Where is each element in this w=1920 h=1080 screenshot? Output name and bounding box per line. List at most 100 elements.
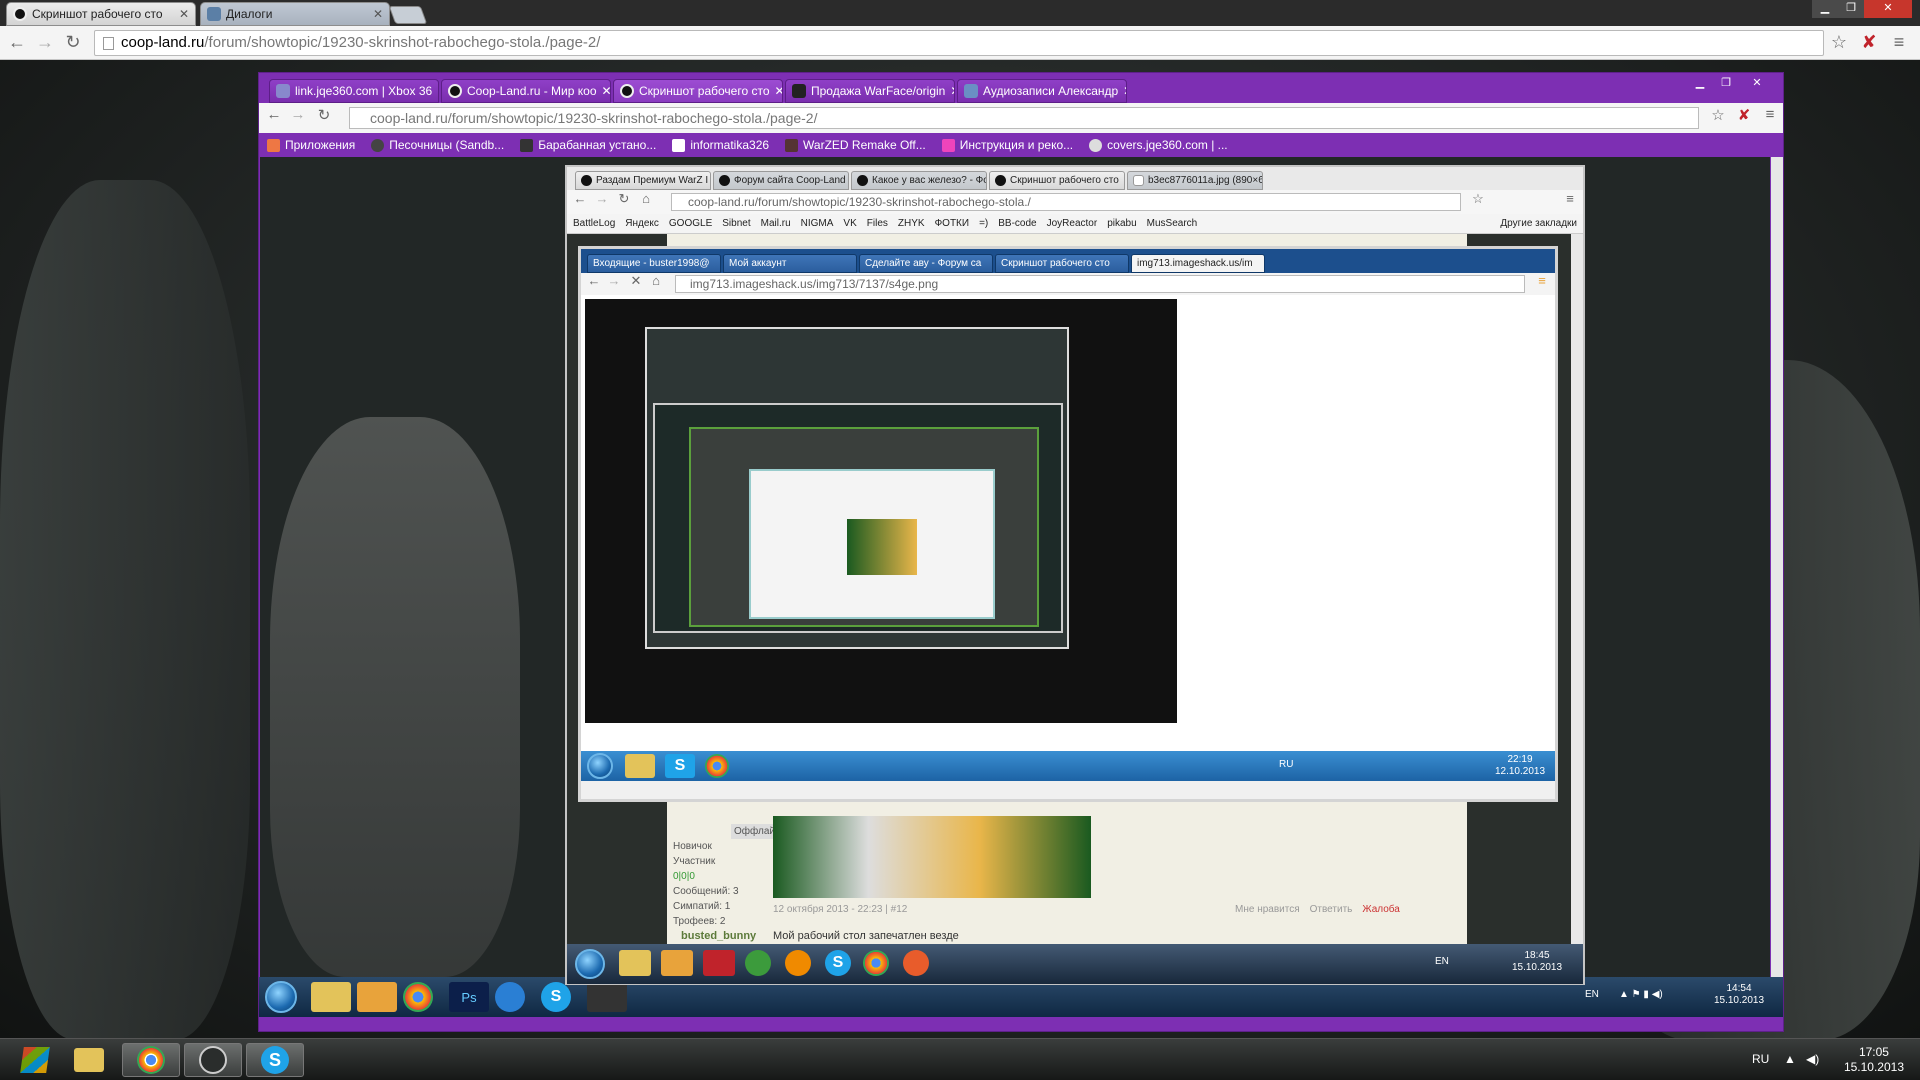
volume-icon[interactable]: ◀) [1806,1053,1819,1065]
level2-tab[interactable]: Coop-Land.ru - Мир коо ✕ [441,79,611,103]
bookmark-star-icon[interactable]: ☆ [1707,106,1729,124]
stop-loading-icon[interactable]: ✕ [625,273,647,289]
level2-clock[interactable]: 14:54 15.10.2013 [1709,983,1769,1007]
outer-address-bar[interactable]: coop-land.ru/forum/showtopic/19230-skrin… [94,30,1824,56]
media-player-taskbar-icon[interactable] [357,982,397,1012]
next-post-username[interactable]: busted_bunny [681,930,756,942]
bookmark-item[interactable]: Инструкция и реко... [941,138,1073,152]
back-arrow-icon[interactable]: ← [583,273,605,288]
level3-tab[interactable]: Скриншот рабочего сто [989,171,1125,190]
back-arrow-icon[interactable]: ← [263,106,285,123]
level3-tab[interactable]: Форум сайта Coop-Land [713,171,849,190]
home-icon[interactable]: ⌂ [635,191,657,206]
home-icon[interactable]: ⌂ [645,273,667,288]
bookmark-item[interactable]: pikabu [1107,218,1136,229]
menu-icon[interactable]: ≡ [1531,273,1553,288]
skype-taskbar-icon[interactable]: S [541,982,571,1012]
close-tab-icon[interactable]: ✕ [437,84,438,98]
bookmark-item[interactable]: covers.jqe360.com | ... [1089,138,1228,152]
back-arrow-icon[interactable]: ← [569,191,591,206]
level2-scrollbar[interactable] [1771,157,1783,977]
outer-tab-dialogs[interactable]: Диалоги ✕ [200,2,390,26]
level2-address-bar[interactable]: coop-land.ru/forum/showtopic/19230-skrin… [349,107,1699,129]
chrome-taskbar-icon[interactable] [403,982,433,1012]
explorer-taskbar-icon[interactable] [60,1043,118,1077]
show-hidden-icons[interactable]: ▲ [1784,1053,1796,1065]
level2-tab[interactable]: Продажа WarFace/origin ✕ [785,79,955,103]
other-bookmarks[interactable]: Другие закладки [1500,218,1577,229]
outer-tab-screenshot[interactable]: Скриншот рабочего сто ✕ [6,2,196,26]
close-window-button[interactable]: ✕ [1864,0,1912,18]
language-indicator[interactable]: RU [1752,1053,1769,1065]
level4-address-bar[interactable]: img713.imageshack.us/img713/7137/s4ge.pn… [675,275,1525,293]
utorrent-taskbar-icon[interactable] [745,950,771,976]
steam-taskbar-icon[interactable] [184,1043,242,1077]
explorer-taskbar-icon[interactable] [619,950,651,976]
forward-arrow-icon[interactable]: → [603,273,625,288]
language-indicator[interactable]: EN [1435,956,1449,968]
level3-address-bar[interactable]: coop-land.ru/forum/showtopic/19230-skrin… [671,193,1461,211]
new-tab-button[interactable] [388,6,428,24]
level4-tab[interactable]: img713.imageshack.us/im [1131,254,1265,273]
level4-clock[interactable]: 22:19 12.10.2013 [1491,754,1549,778]
origin-taskbar-icon[interactable] [903,950,929,976]
bookmark-item[interactable]: GOOGLE [669,218,712,229]
forward-arrow-icon[interactable]: → [34,32,56,53]
menu-icon[interactable]: ≡ [1559,191,1581,206]
start-orb-icon[interactable] [587,753,613,779]
maximize-button[interactable]: ❐ [1838,0,1864,18]
steam-taskbar-icon[interactable] [587,982,627,1012]
forward-arrow-icon[interactable]: → [591,191,613,206]
extension-icon[interactable]: ✘ [1858,32,1880,53]
skype-taskbar-icon[interactable]: S [825,950,851,976]
media-player-taskbar-icon[interactable] [661,950,693,976]
chrome-taskbar-icon[interactable] [122,1043,180,1077]
close-tab-icon[interactable]: ✕ [950,84,954,98]
bookmark-item[interactable]: Песочницы (Sandb... [371,138,504,152]
menu-icon[interactable]: ≡ [1888,32,1910,53]
bookmark-item[interactable]: =) [979,218,988,229]
chrome-taskbar-icon[interactable] [705,754,729,778]
close-window-button[interactable]: ✕ [1739,75,1775,93]
minimize-button[interactable]: ▁ [1812,0,1838,18]
system-clock[interactable]: 17:05 15.10.2013 [1844,1045,1904,1075]
reload-icon[interactable]: ↻ [62,32,84,53]
language-indicator[interactable]: EN [1585,989,1599,1001]
level3-tab[interactable]: Раздам Премиум WarZ I [575,171,711,190]
bookmark-item[interactable]: BattleLog [573,218,615,229]
explorer-taskbar-icon[interactable] [625,754,655,778]
menu-icon[interactable]: ≡ [1759,106,1781,123]
reload-icon[interactable]: ↻ [613,191,635,207]
reload-icon[interactable]: ↻ [313,106,335,124]
close-tab-icon[interactable]: ✕ [1123,84,1126,98]
bookmark-item[interactable]: Яндекс [625,218,659,229]
like-link[interactable]: Мне нравится [1235,904,1300,915]
bookmark-item[interactable]: Sibnet [722,218,750,229]
start-orb-icon[interactable] [265,981,297,1013]
close-tab-icon[interactable]: ✕ [373,7,383,21]
level4-tab[interactable]: Мой аккаунт [723,254,857,273]
bookmark-item[interactable]: Files [867,218,888,229]
bookmark-item[interactable]: JoyReactor [1047,218,1098,229]
close-tab-icon[interactable]: ✕ [179,7,189,21]
bookmark-item[interactable]: Барабанная устано... [520,138,656,152]
back-arrow-icon[interactable]: ← [6,32,28,53]
level3-clock[interactable]: 18:45 15.10.2013 [1507,950,1567,974]
skype-taskbar-icon[interactable]: S [246,1043,304,1077]
post-image-thumbnail[interactable] [773,816,1091,898]
bookmark-item[interactable]: ФОТКИ [935,218,970,229]
bookmark-item[interactable]: VK [843,218,856,229]
bookmark-apps[interactable]: Приложения [267,138,355,152]
start-orb-icon[interactable] [575,949,605,979]
level2-tab[interactable]: Скриншот рабочего сто ✕ [613,79,783,103]
maximize-button[interactable]: ❐ [1713,75,1739,93]
bookmark-item[interactable]: Mail.ru [761,218,791,229]
level2-tab[interactable]: Аудиозаписи Александр ✕ [957,79,1127,103]
level2-tab[interactable]: link.jqe360.com | Xbox 36 ✕ [269,79,439,103]
start-button-icon[interactable] [6,1043,64,1077]
bookmark-star-icon[interactable]: ☆ [1828,32,1850,53]
photoshop-taskbar-icon[interactable]: Ps [449,982,489,1012]
skype-taskbar-icon[interactable]: S [665,754,695,778]
bookmark-item[interactable]: ZHYK [898,218,925,229]
kaspersky-taskbar-icon[interactable] [703,950,735,976]
